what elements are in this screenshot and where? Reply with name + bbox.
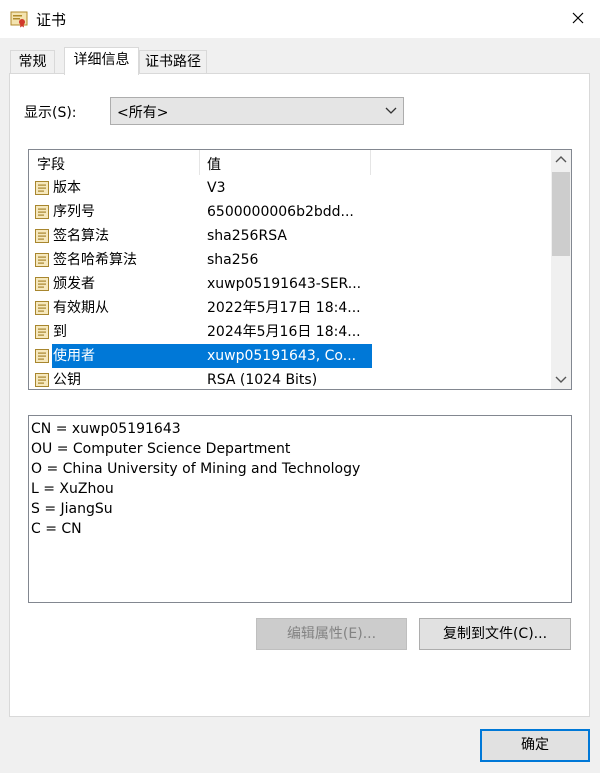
field-property-icon [34,348,50,364]
field-property-icon [34,300,50,316]
tab-certification-path[interactable]: 证书路径 [139,50,207,74]
field-property-icon [34,372,50,388]
detail-line: S = JiangSu [31,501,113,517]
show-label: 显示(S): [24,105,77,121]
field-row[interactable]: 使用者 xuwp05191643, Co... [29,344,552,368]
field-row[interactable]: 颁发者 xuwp05191643-SER... [29,272,552,296]
field-row[interactable]: 版本 V3 [29,176,552,200]
field-value: sha256 [207,252,259,268]
chevron-down-icon [385,107,397,114]
field-name: 版本 [53,180,81,196]
detail-line: C = CN [31,521,82,537]
field-value: 2022年5月17日 18:4... [207,300,361,316]
certificate-icon [10,11,28,28]
detail-line: CN = xuwp05191643 [31,421,181,437]
edit-properties-button[interactable]: 编辑属性(E)... [256,618,407,650]
details-panel: 显示(S): <所有> 字段 值 版本 V3 序列号 6500000006b2bdd.… [9,73,590,717]
field-row[interactable]: 有效期从 2022年5月17日 18:4... [29,296,552,320]
field-property-icon [34,204,50,220]
field-row[interactable]: 签名算法 sha256RSA [29,224,552,248]
field-row[interactable]: 签名哈希算法 sha256 [29,248,552,272]
field-value: 2024年5月16日 18:4... [207,324,361,340]
close-icon[interactable] [563,6,593,32]
field-row[interactable]: 序列号 6500000006b2bdd... [29,200,552,224]
field-row[interactable]: 公钥 RSA (1024 Bits) [29,368,552,389]
detail-line: O = China University of Mining and Techn… [31,461,361,477]
field-value: xuwp05191643-SER... [207,276,362,292]
tab-general[interactable]: 常规 [10,50,55,74]
field-name: 签名哈希算法 [53,252,137,268]
field-name: 有效期从 [53,300,109,316]
column-header-value[interactable]: 值 [207,154,221,174]
column-divider[interactable] [370,150,371,175]
scroll-up-icon[interactable] [551,150,571,170]
detail-line: L = XuZhou [31,481,114,497]
field-name: 颁发者 [53,276,95,292]
detail-line: OU = Computer Science Department [31,441,291,457]
show-dropdown[interactable]: <所有> [110,97,404,125]
field-name: 使用者 [52,344,205,368]
field-value: 6500000006b2bdd... [207,204,354,220]
window-title: 证书 [36,11,67,29]
ok-button[interactable]: 确定 [480,729,590,762]
fields-list[interactable]: 字段 值 版本 V3 序列号 6500000006b2bdd... 签名算法 sha256… [28,149,572,390]
field-property-icon [34,228,50,244]
show-dropdown-value: <所有> [117,105,169,121]
field-property-icon [34,324,50,340]
field-property-icon [34,180,50,196]
copy-to-file-button[interactable]: 复制到文件(C)... [419,618,571,650]
field-value: xuwp05191643, Co... [199,344,372,368]
field-name: 到 [53,324,67,340]
fields-list-header: 字段 值 [29,150,552,175]
title-bar: 证书 [0,0,600,38]
tab-details[interactable]: 详细信息 [64,47,139,75]
field-name: 签名算法 [53,228,109,244]
field-property-icon [34,252,50,268]
column-header-field[interactable]: 字段 [37,154,65,174]
field-name: 序列号 [53,204,95,220]
field-property-icon [34,276,50,292]
field-value: sha256RSA [207,228,287,244]
field-name: 公钥 [53,372,81,388]
field-detail-textbox[interactable]: CN = xuwp05191643 OU = Computer Science … [28,415,572,603]
field-value: RSA (1024 Bits) [207,372,318,388]
fields-list-scrollbar[interactable] [551,150,571,389]
column-divider[interactable] [199,150,200,175]
scroll-down-icon[interactable] [551,369,571,389]
scrollbar-thumb[interactable] [552,172,570,256]
field-row[interactable]: 到 2024年5月16日 18:4... [29,320,552,344]
field-value: V3 [207,180,226,196]
